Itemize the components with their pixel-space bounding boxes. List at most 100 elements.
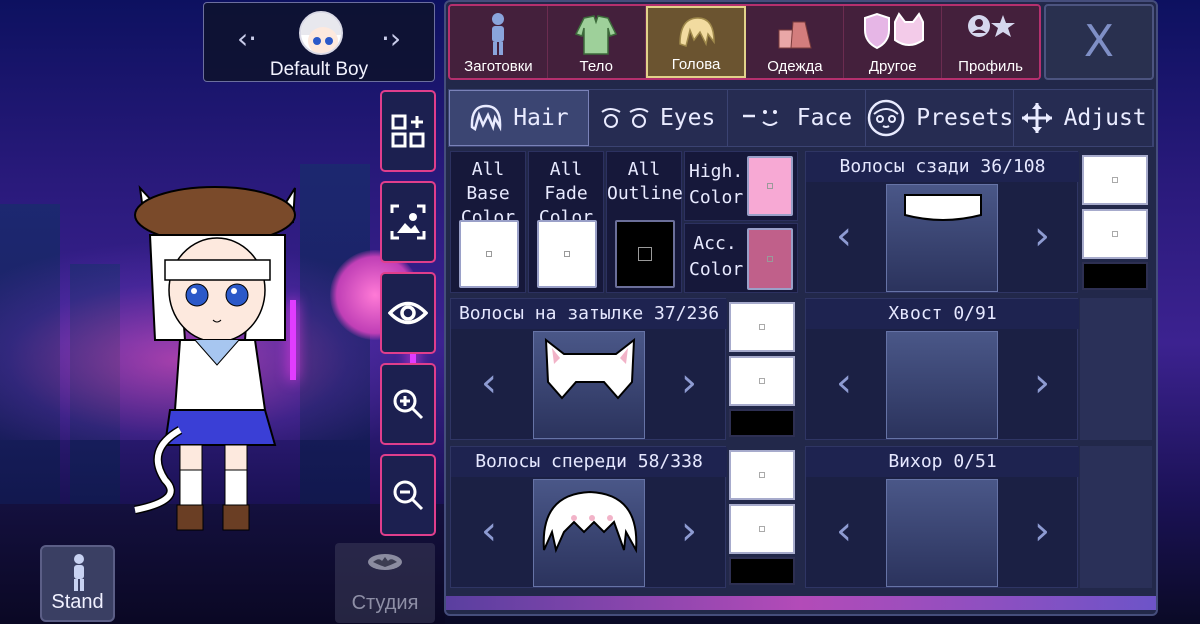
- shield-cat-icon: [863, 12, 924, 50]
- zoom-out-icon: [393, 480, 424, 511]
- subtab-label: Hair: [513, 105, 569, 131]
- zoom-out-button[interactable]: [380, 454, 436, 536]
- highlight-color-cell: High. Color: [684, 151, 798, 221]
- character-name: Default Boy: [269, 59, 369, 80]
- back-hair-color-1[interactable]: [1082, 155, 1148, 205]
- panel-bottom-bar: [446, 596, 1156, 610]
- head-subtabs: Hair Eyes Face Presets Adjust: [448, 89, 1154, 147]
- bat-logo-icon: [368, 554, 402, 570]
- all-outline-color-cell: All Outline: [606, 151, 683, 293]
- back-hair-thumbnail: [904, 194, 982, 221]
- category-tabs: Заготовки Тело Голова Одежда Другое Проф…: [448, 4, 1041, 80]
- all-base-color-swatch[interactable]: [459, 220, 519, 288]
- profile-star-icon: [967, 15, 1015, 37]
- avatar-face-icon: [301, 13, 341, 53]
- character-selector: ‹· ·› Default Boy: [203, 2, 435, 82]
- tab-label: Профиль: [958, 58, 1023, 75]
- character-figure[interactable]: [125, 180, 305, 540]
- tab-profile[interactable]: Профиль: [942, 6, 1039, 78]
- front-hair-preview[interactable]: [533, 479, 645, 587]
- tab-presets[interactable]: Заготовки: [450, 6, 548, 78]
- all-fade-color-cell: All Fade Color: [528, 151, 604, 293]
- subtab-presets[interactable]: Presets: [866, 90, 1015, 146]
- tail-next-button[interactable]: ›: [1022, 359, 1062, 407]
- front-hair-color-2[interactable]: [729, 504, 795, 554]
- hair-icon: [470, 104, 502, 132]
- subtab-label: Adjust: [1063, 105, 1147, 131]
- rear-hair-color-1[interactable]: [729, 302, 795, 352]
- add-grid-button[interactable]: [380, 90, 436, 172]
- subtab-eyes[interactable]: Eyes: [589, 90, 728, 146]
- subtab-face[interactable]: Face: [728, 90, 867, 146]
- front-hair-next-button[interactable]: ›: [669, 507, 709, 555]
- back-hair-prev-button[interactable]: ‹: [824, 212, 864, 260]
- hair-head-icon: [679, 17, 715, 47]
- tail-color-placeholder: [1080, 298, 1152, 440]
- rear-hair-outline-color[interactable]: [729, 409, 795, 437]
- background-button[interactable]: [380, 181, 436, 263]
- all-outline-color-swatch[interactable]: [615, 220, 675, 288]
- back-hair-color-2[interactable]: [1082, 209, 1148, 259]
- tab-label: Одежда: [767, 58, 823, 75]
- studio-label: Студия: [351, 592, 419, 614]
- all-fade-color-swatch[interactable]: [537, 220, 597, 288]
- subtab-adjust[interactable]: Adjust: [1014, 90, 1153, 146]
- tab-other[interactable]: Другое: [844, 6, 943, 78]
- all-outline-label-1: All: [627, 159, 661, 180]
- rear-hair-title: Волосы на затылке 37/236: [451, 299, 727, 329]
- accent-color-swatch[interactable]: [747, 228, 793, 290]
- studio-button[interactable]: Студия: [335, 543, 435, 623]
- subtab-label: Face: [796, 105, 853, 131]
- cat-ears-thumbnail: [544, 337, 636, 400]
- highlight-label-1: High.: [689, 161, 744, 182]
- tail-title: Хвост 0/91: [806, 299, 1079, 329]
- back-hair-preview[interactable]: [886, 184, 998, 292]
- rear-hair-preview[interactable]: [533, 331, 645, 439]
- subtab-label: Eyes: [659, 105, 716, 131]
- ahoge-preview[interactable]: [886, 479, 998, 587]
- tab-label: Тело: [579, 58, 613, 75]
- tab-body[interactable]: Тело: [547, 6, 646, 78]
- close-button[interactable]: X: [1044, 4, 1154, 80]
- next-character-button[interactable]: ·›: [376, 21, 406, 57]
- front-hair-prev-button[interactable]: ‹: [469, 507, 509, 555]
- zoom-in-button[interactable]: [380, 363, 436, 445]
- front-hair-outline-color[interactable]: [729, 557, 795, 585]
- ahoge-prev-button[interactable]: ‹: [824, 507, 864, 555]
- back-hair-title: Волосы сзади 36/108: [806, 152, 1079, 182]
- ahoge-picker: Вихор 0/51 ‹ ›: [805, 446, 1079, 588]
- background-image-icon: [390, 204, 426, 240]
- eyes-icon: [601, 108, 649, 128]
- rear-hair-prev-button[interactable]: ‹: [469, 359, 509, 407]
- subtab-label: Presets: [916, 105, 1014, 131]
- move-arrows-icon: [1021, 103, 1052, 133]
- all-fade-label-1: All Fade: [544, 159, 588, 204]
- back-hair-next-button[interactable]: ›: [1022, 212, 1062, 260]
- all-base-label-1: All Base: [466, 159, 510, 204]
- stand-label: Stand: [51, 591, 104, 613]
- visibility-button[interactable]: [380, 272, 436, 354]
- back-hair-outline-color[interactable]: [1082, 262, 1148, 290]
- tab-clothes[interactable]: Одежда: [746, 6, 845, 78]
- rear-hair-next-button[interactable]: ›: [669, 359, 709, 407]
- character-avatar: [299, 11, 343, 55]
- accent-color-cell: Acc. Color: [684, 223, 798, 293]
- tail-picker: Хвост 0/91 ‹ ›: [805, 298, 1079, 440]
- tab-head[interactable]: Голова: [645, 6, 747, 78]
- presets-face-icon: [868, 99, 905, 137]
- tab-label: Голова: [671, 56, 721, 73]
- stand-button[interactable]: Stand: [40, 545, 115, 622]
- tail-prev-button[interactable]: ‹: [824, 359, 864, 407]
- ahoge-color-placeholder: [1080, 446, 1152, 588]
- subtab-hair[interactable]: Hair: [449, 90, 589, 146]
- ahoge-next-button[interactable]: ›: [1022, 507, 1062, 555]
- rear-hair-color-2[interactable]: [729, 356, 795, 406]
- standing-figure-icon: [74, 554, 84, 591]
- front-hair-color-1[interactable]: [729, 450, 795, 500]
- front-hair-title: Волосы спереди 58/338: [451, 447, 727, 477]
- highlight-label-2: Color: [689, 187, 744, 208]
- prev-character-button[interactable]: ‹·: [232, 21, 262, 57]
- tail-preview[interactable]: [886, 331, 998, 439]
- highlight-color-swatch[interactable]: [747, 156, 793, 216]
- back-hair-picker: Волосы сзади 36/108 ‹ ›: [805, 151, 1079, 293]
